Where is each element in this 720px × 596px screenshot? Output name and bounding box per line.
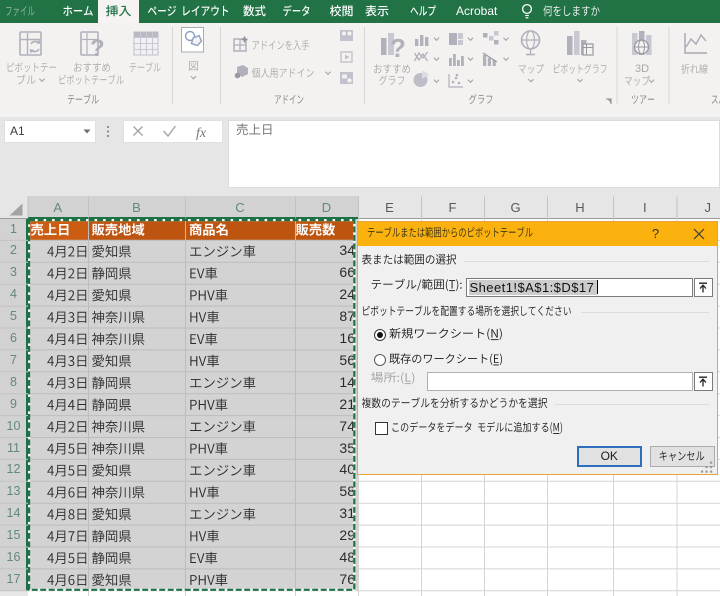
svg-text:fx: fx xyxy=(196,126,207,141)
svg-text:?: ? xyxy=(90,35,105,62)
svg-text:?: ? xyxy=(390,33,406,63)
